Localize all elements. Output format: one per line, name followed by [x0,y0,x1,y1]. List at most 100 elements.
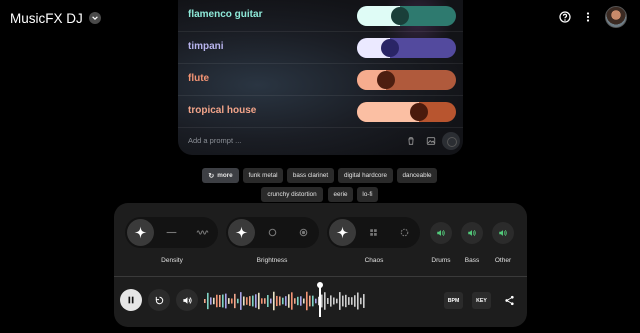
waveform-bar [219,294,221,308]
speaker-icon [468,230,476,236]
sparkle-icon [134,226,147,239]
waveform-bar [270,298,272,304]
prompt-label[interactable]: timpani [188,41,224,52]
chevron-down-icon[interactable] [88,12,101,24]
slider-knob[interactable] [377,71,395,89]
suggestion-chip[interactable]: eerie [328,187,353,202]
prompt-label[interactable]: tropical house [188,105,256,116]
brightness-high-button[interactable] [290,219,317,246]
waveform-bar [267,295,269,307]
chaos-auto-button[interactable] [329,219,356,246]
app-name: MusicFX DJ [10,10,83,26]
waveform-bar [249,296,251,306]
sparkle-icon [336,226,349,239]
waveform-bar [300,296,302,306]
waveform-bar [297,296,299,306]
suggestion-chip[interactable]: danceable [397,168,437,183]
chaos-high-button[interactable] [391,219,418,246]
scatter-icon [400,228,409,237]
waveform-bar [222,294,224,308]
suggestion-chip[interactable]: lo-fi [357,187,378,202]
divider [114,276,527,277]
other-label: Other [494,257,512,264]
more-suggestions-button[interactable]: ↻ more [202,168,239,183]
pause-icon [128,296,134,304]
brightness-low-button[interactable] [259,219,286,246]
dim-circle-icon [268,228,277,237]
waveform-bar [360,297,362,305]
waveform-bar [258,292,260,310]
reset-button[interactable] [148,289,170,311]
bpm-button[interactable]: BPM [444,292,463,309]
app-title[interactable]: MusicFX DJ [10,9,101,27]
waveform-bar [207,292,209,310]
image-icon[interactable] [426,136,436,146]
prompt-label[interactable]: flamenco guitar [188,9,262,20]
density-auto-button[interactable] [127,219,154,246]
waveform-bar [357,292,359,310]
waveform-bar [204,299,206,303]
waveform-bar [246,297,248,305]
waveform-bar [228,298,230,304]
speaker-icon [437,230,445,236]
avatar[interactable] [605,6,627,28]
bass-toggle[interactable] [461,222,483,244]
waveform-bar [240,292,242,310]
suggestion-chip[interactable]: funk metal [243,168,283,183]
waveform-bar [336,298,338,304]
share-icon[interactable] [504,295,515,306]
waveform-bar [333,297,335,305]
more-vert-icon[interactable] [582,11,594,23]
key-button[interactable]: KEY [472,292,491,309]
send-button[interactable] [442,132,460,150]
brightness-label: Brightness [256,257,288,264]
prompt-weight-slider[interactable] [357,6,456,26]
waveform-bar [282,297,284,305]
prompt-row: flute [178,64,463,96]
prompt-weight-slider[interactable] [357,38,456,58]
density-high-button[interactable] [189,219,216,246]
waveform-bar [303,298,305,304]
slider-knob[interactable] [391,7,409,25]
waveform-bar [279,296,281,306]
suggestion-chip[interactable]: crunchy distortion [261,187,323,202]
prompt-weight-slider[interactable] [357,70,456,90]
waveform-bar [315,298,317,304]
help-icon[interactable] [559,11,571,23]
waveform[interactable] [204,290,368,312]
pause-button[interactable] [120,289,142,311]
other-toggle[interactable] [492,222,514,244]
prompt-weight-slider[interactable] [357,102,456,122]
slider-knob[interactable] [381,39,399,57]
waveform-bar [252,295,254,307]
volume-button[interactable] [176,289,198,311]
drums-toggle[interactable] [430,222,452,244]
add-prompt-input[interactable]: Add a prompt ... [188,136,241,145]
waveform-bar [225,293,227,309]
waveform-bar [213,297,215,305]
more-label: more [217,172,233,179]
suggestion-chip[interactable]: digital hardcore [338,168,393,183]
waveform-bar [216,294,218,308]
playhead-scrubber[interactable] [317,282,323,317]
trash-icon[interactable] [406,136,416,146]
slider-knob[interactable] [410,103,428,121]
refresh-icon: ↻ [208,172,215,180]
waveform-bar [255,294,257,308]
waveform-bar [339,292,341,310]
waveform-bar [348,297,350,305]
density-label: Density [161,257,183,264]
prompt-label[interactable]: flute [188,73,209,84]
waveform-bar [330,295,332,307]
waveform-bar [261,298,263,304]
waveform-bar [264,298,266,304]
waveform-bar [351,297,353,305]
brightness-auto-button[interactable] [228,219,255,246]
waveform-bar [291,292,293,310]
waveform-bar [231,298,233,304]
suggestion-chip[interactable]: bass clarinet [287,168,334,183]
chaos-low-button[interactable] [360,219,387,246]
waveform-bar [306,291,308,311]
prompt-row: tropical house [178,96,463,128]
density-low-button[interactable] [158,219,185,246]
